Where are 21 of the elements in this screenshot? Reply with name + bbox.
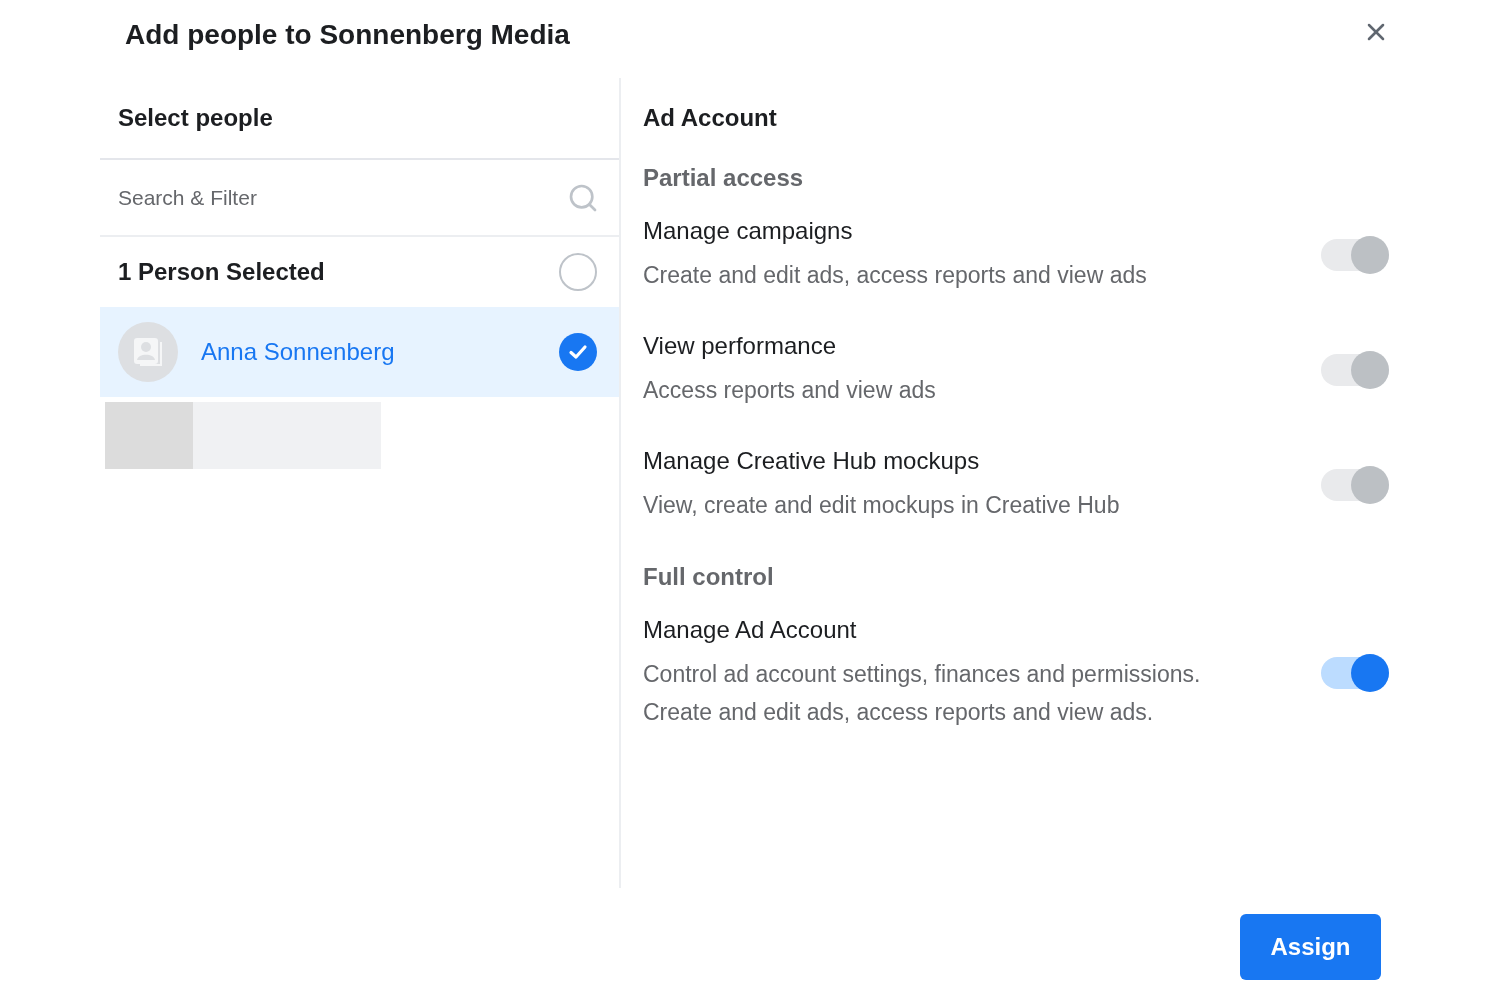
selection-count: 1 Person Selected [118,258,325,286]
permission-description: Access reports and view ads [643,376,937,405]
panel-heading: Select people [118,103,274,133]
group-title: Partial access [643,163,805,193]
group-title: Full control [643,562,775,592]
empty-circle-icon[interactable] [559,253,597,291]
avatar-icon [118,322,178,382]
checked-circle-icon[interactable] [559,333,597,371]
permission-title: View performance [643,331,837,361]
person-name: Anna Sonnenberg [201,338,396,366]
person-list-item[interactable]: Anna Sonnenberg [100,307,619,397]
dialog-title: Add people to Sonnenberg Media [125,18,570,52]
panel-heading: Ad Account [643,103,778,133]
permission-title: Manage Creative Hub mockups [643,446,981,476]
permission-title: Manage campaigns [643,216,854,246]
permission-description: Control ad account settings, finances and permissions. Create and edit ads, access reports and view ads. [643,660,1202,727]
permission-title: Manage Ad Account [643,615,858,645]
toggle-switch[interactable] [1321,653,1389,692]
permission-description: Create and edit ads, access reports and view ads [643,261,1148,290]
permission-description: View, create and edit mockups in Creative Hub [643,491,1121,520]
assign-button[interactable]: Assign [1240,914,1381,980]
